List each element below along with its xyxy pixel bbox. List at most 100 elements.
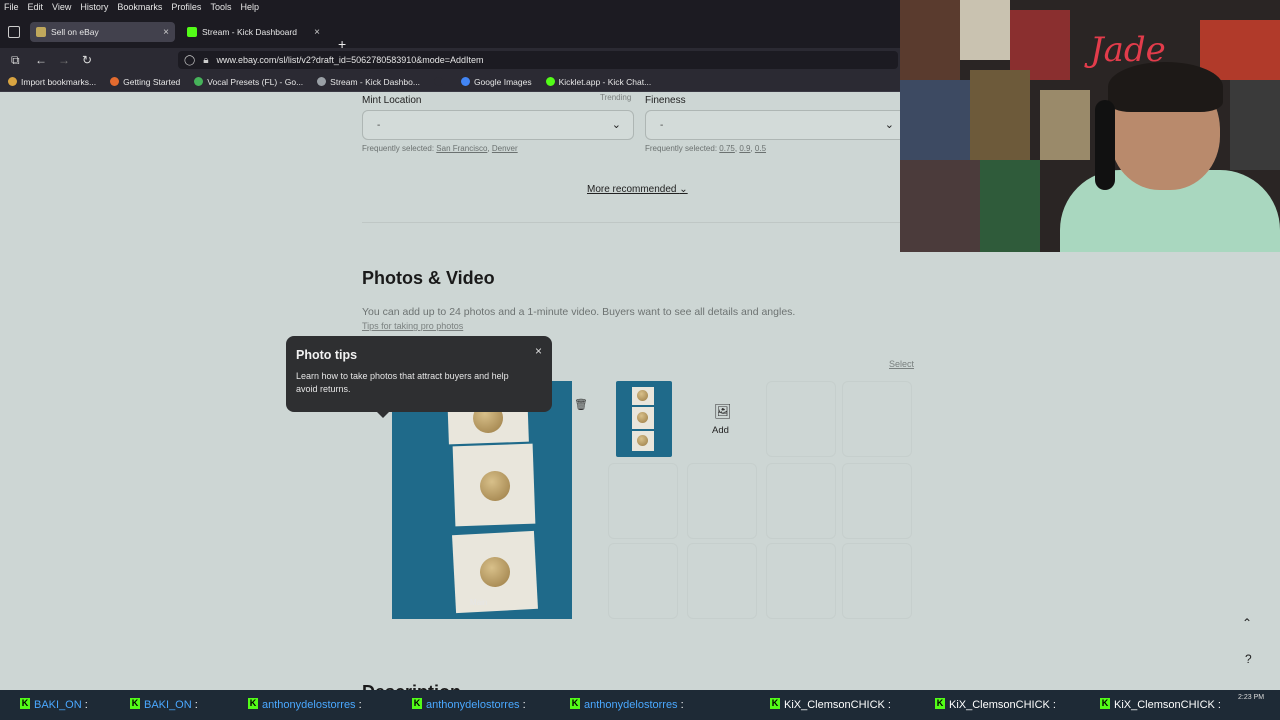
bookmark-item[interactable] [433,77,447,86]
empty-photo-slot[interactable] [766,543,836,619]
menu-item[interactable]: History [80,2,108,12]
menu-item[interactable]: File [4,2,19,12]
chevron-down-icon: ⌄ [611,119,621,131]
chat-username: KiX_ClemsonCHICK [784,699,885,711]
add-label: Add [712,425,729,436]
chat-ticker-item: KiX_ClemsonCHICK: [949,699,1056,711]
add-image-icon: 🖼︎ [714,403,732,419]
add-photo-button[interactable]: 🖼︎ Add [694,381,750,457]
tab-kick-dashboard[interactable]: Stream - Kick Dashboard × [181,22,326,42]
empty-photo-slot[interactable] [842,381,912,457]
bookmark-item[interactable]: Vocal Presets (FL) - Go... [194,77,303,87]
bookmark-favicon-icon [8,77,17,86]
close-icon[interactable]: × [535,344,542,358]
chat-separator: : [522,699,526,711]
photos-description: You can add up to 24 photos and a 1-minu… [362,306,796,318]
chat-separator: : [1052,699,1056,711]
menu-item[interactable]: Help [240,2,259,12]
wall-poster [900,80,970,160]
coin-card [632,407,654,429]
chat-username: BAKI_ON [144,699,192,711]
chat-username: anthonydelostorres [262,699,356,711]
freq-option-09[interactable]: 0.9 [739,144,750,153]
wall-poster [1040,90,1090,160]
kick-icon: K [770,698,780,709]
forward-icon[interactable]: → [58,53,70,67]
empty-photo-slot[interactable] [842,463,912,539]
photo-thumbnail[interactable] [616,381,672,457]
chat-separator: : [358,699,362,711]
trash-icon[interactable]: 🗑︎ [574,398,588,411]
coin-card [452,530,538,614]
menu-item[interactable]: Profiles [171,2,201,12]
ebay-favicon-icon [36,27,46,37]
empty-photo-slot[interactable] [608,543,678,619]
freq-option-denver[interactable]: Denver [492,144,518,153]
select-value: - [660,120,664,131]
bookmark-item[interactable]: Getting Started [110,77,180,87]
bookmark-label: Vocal Presets (FL) - Go... [207,76,304,87]
menu-item[interactable]: Tools [210,2,231,12]
address-bar[interactable]: ◯ 🔒︎ www.ebay.com/sl/list/v2?draft_id=50… [178,51,898,69]
coin-image [637,390,648,401]
empty-photo-slot[interactable] [687,543,757,619]
wall-poster [900,160,980,252]
kick-icon: K [20,698,30,709]
more-recommended-button[interactable]: More recommended ⌄ [587,184,688,195]
kick-icon: K [935,698,945,709]
empty-photo-slot[interactable] [766,381,836,457]
bookmark-item[interactable]: Google Images [460,76,532,87]
main-photo[interactable] [392,381,572,619]
select-value: - [377,120,381,131]
bookmark-item[interactable]: Kicklet.app - Kick Chat... [545,77,651,87]
bookmark-item[interactable]: Import bookmarks... [8,77,96,87]
clock: 2:23 PM [1238,694,1265,701]
bookmark-favicon-icon [194,77,204,86]
mint-location-select[interactable]: - ⌄ [362,110,634,140]
chevron-down-icon: ⌄ [884,119,894,131]
kick-icon: K [570,698,580,709]
fineness-label: Fineness [645,95,686,106]
menu-item[interactable]: Bookmarks [117,2,162,12]
close-tab-icon[interactable]: × [163,27,169,38]
empty-photo-slot[interactable] [766,463,836,539]
freq-option-san-francisco[interactable]: San Francisco [436,144,487,153]
chevron-down-icon: ⌄ [679,184,688,195]
bookmark-label: Stream - Kick Dashbo... [330,76,420,87]
empty-photo-slot[interactable] [842,543,912,619]
empty-photo-slot[interactable] [687,463,757,539]
person-hair [1108,62,1223,112]
wall-poster [960,0,1010,60]
extensions-icon[interactable]: ⧉ [11,53,20,67]
fineness-select[interactable]: - ⌄ [645,110,907,140]
section-divider [362,222,918,223]
tab-list-icon[interactable] [8,26,20,38]
chat-separator: : [887,699,891,711]
scroll-to-top-icon[interactable]: ⌃ [1242,616,1252,630]
wall-poster [970,70,1030,160]
tab-sell-on-ebay[interactable]: Sell on eBay × [30,22,175,42]
bookmark-favicon-icon [110,77,120,86]
bookmark-label: Google Images [473,76,532,87]
kick-icon: K [412,698,422,709]
chat-ticker-item: KiX_ClemsonCHICK: [784,699,891,711]
photo-tips-tooltip: Photo tips Learn how to take photos that… [286,336,552,418]
help-icon[interactable]: ? [1245,652,1252,666]
reload-icon[interactable]: ↻ [82,53,92,67]
tab-label: Stream - Kick Dashboard [202,27,297,37]
headset-icon [1095,100,1115,190]
bookmark-item[interactable]: Stream - Kick Dashbo... [317,77,420,87]
chat-ticker-item: BAKI_ON: [34,699,88,711]
menu-item[interactable]: Edit [28,2,44,12]
close-tab-icon[interactable]: × [314,27,320,38]
freq-option-075[interactable]: 0.75 [719,144,735,153]
empty-photo-slot[interactable] [608,463,678,539]
tips-pro-photos-link[interactable]: Tips for taking pro photos [362,321,463,331]
back-icon[interactable]: ← [35,53,47,67]
main-photo-badge: Main [470,598,488,607]
freq-option-05[interactable]: 0.5 [755,144,766,153]
wall-poster [980,160,1040,252]
coin-card [632,387,654,405]
select-photos-link[interactable]: Select [889,359,914,369]
menu-item[interactable]: View [52,2,71,12]
